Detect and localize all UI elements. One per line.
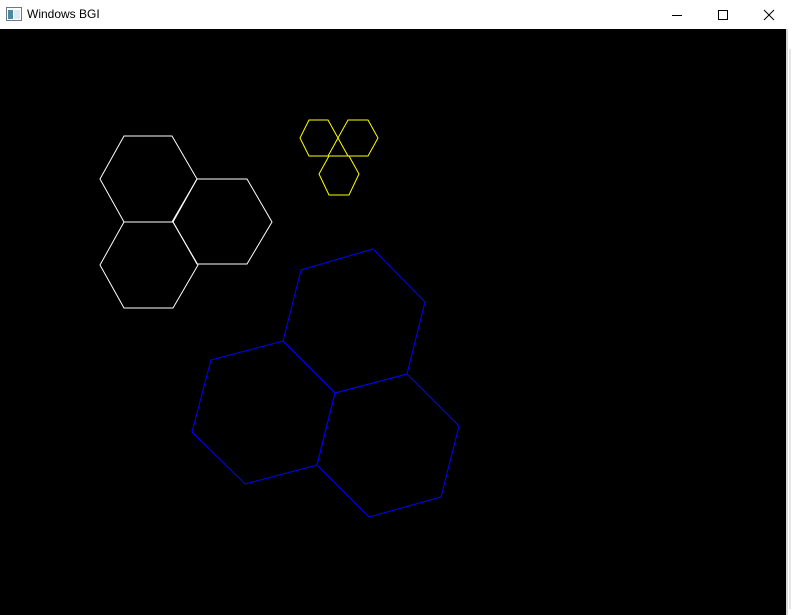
blue-hexagon-left [191,340,336,485]
white-hexagon-right [172,178,273,265]
white-hexagon-cluster [99,135,273,309]
yellow-hexagon-left [299,119,339,157]
hexagon-drawing [99,119,460,518]
yellow-hexagon-right [337,119,379,157]
blue-hexagon-cluster [191,248,460,518]
yellow-hexagon-bottom [318,155,360,196]
yellow-hexagon-cluster [299,119,379,196]
blue-hexagon-top [282,248,426,394]
bgi-window: Windows BGI [0,0,792,615]
white-hexagon-bottom [99,221,199,309]
blue-hexagon-right [316,373,460,518]
white-hexagon-top [99,135,198,223]
